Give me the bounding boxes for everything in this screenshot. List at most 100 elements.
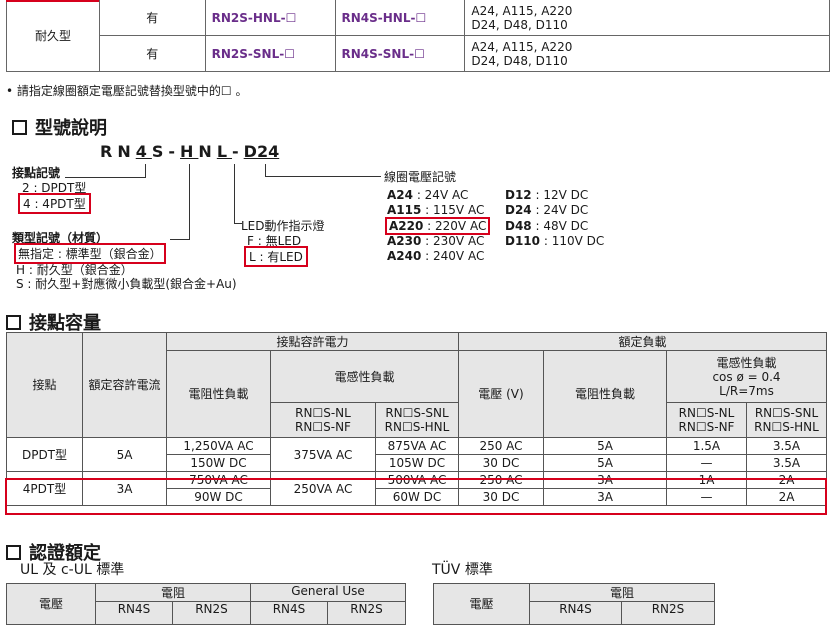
header-cell: 電感性負載: [270, 350, 459, 403]
coil-dc-item: D24 : 24V DC: [505, 203, 589, 217]
code-char: S: [151, 142, 169, 161]
section-title-model: 型號說明: [12, 114, 107, 140]
header-cell: RN2S: [651, 602, 685, 616]
header-cell: 電感性負載 cos ø = 0.4 L/R=7ms: [666, 350, 827, 403]
header-line: L/R=7ms: [719, 383, 774, 398]
contact-cell: DPDT型: [6, 437, 83, 472]
coil-ac-item: A24 : 24V AC: [387, 188, 469, 202]
table-row: 有 RN2S-SNL-☐ RN4S-SNL-☐ A24, A115, A220 …: [7, 35, 830, 72]
led-option-highlight: L : 有LED: [244, 246, 308, 267]
value-cell: 875VA AC: [375, 437, 459, 455]
model-cell: RN4S-HNL-☐: [334, 0, 466, 36]
header-line: cos ø = 0.4: [712, 369, 781, 384]
code-char: L: [216, 142, 233, 161]
header-cell: 額定負載: [458, 332, 827, 351]
header-cell: 電壓 (V): [458, 350, 544, 438]
value-cell: 5A: [543, 454, 667, 472]
header-cell: RN☐S-SNL RN☐S-HNL: [746, 402, 827, 438]
coil-ac-item: A230 : 230V AC: [387, 234, 485, 248]
header-cell: RN☐S-NL RN☐S-NF: [270, 402, 376, 438]
header-cell: 電阻性負載: [166, 350, 271, 438]
value-cell: 105W DC: [375, 454, 459, 472]
value-cell: 30 DC: [458, 454, 544, 472]
header-cell: RN☐S-SNL RN☐S-HNL: [375, 402, 459, 438]
header-cell: RN2S: [350, 602, 383, 616]
square-bullet-icon: [6, 544, 21, 560]
value-cell: —: [666, 454, 747, 472]
current-cell: 5A: [82, 437, 167, 472]
model-cell: RN2S-SNL-☐: [204, 35, 336, 72]
model-cell: RN2S-HNL-☐: [204, 0, 336, 36]
code-char: H: [180, 142, 199, 161]
code-char: N: [198, 142, 217, 161]
header-cell: 電阻: [530, 584, 714, 602]
connector-line: [145, 164, 146, 178]
header-cell: RN4S: [96, 602, 173, 624]
tuv-title: TÜV 標準: [432, 562, 493, 578]
header-cell: General Use: [251, 584, 405, 602]
voltage-cell: A24, A115, A220 D24, D48, D110: [464, 0, 830, 36]
header-cell: RN4S: [530, 602, 622, 624]
connector-line: [234, 164, 235, 224]
square-bullet-icon: [12, 119, 27, 135]
value-cell: 5A: [543, 437, 667, 455]
header-cell: 電阻性負載: [543, 350, 667, 438]
header-cell: RN4S: [251, 602, 328, 624]
model-cell: RN4S-SNL-☐: [334, 35, 466, 72]
code-char: R: [100, 142, 118, 161]
connector-line: [170, 239, 190, 240]
value-cell: 1.5A: [666, 437, 747, 455]
coil-ac-item: A115 : 115V AC: [387, 203, 485, 217]
value-cell: 150W DC: [166, 454, 271, 472]
header-cell: 電阻: [96, 584, 251, 602]
coil-dc-item: D12 : 12V DC: [505, 188, 589, 202]
led-cell: 有: [98, 35, 206, 72]
section-title-text: 型號說明: [35, 118, 107, 139]
table-row: DPDT型 5A 1,250VA AC 375VA AC 875VA AC 25…: [6, 437, 827, 472]
header-cell: RN2S: [173, 602, 251, 624]
header-cell: RN☐S-NL RN☐S-NF: [666, 402, 747, 438]
connector-line: [65, 177, 146, 178]
header-cell: 接點容許電力: [166, 332, 459, 351]
voltage-cell: A24, A115, A220 D24, D48, D110: [464, 35, 830, 72]
value-cell: 3.5A: [746, 454, 827, 472]
table-header-row: 接點 額定容許電流 接點容許電力 額定負載: [6, 332, 827, 438]
code-char: D24: [243, 142, 280, 161]
highlight-line: [6, 0, 99, 2]
coil-dc-item: D48 : 48V DC: [505, 219, 589, 233]
coil-dc-item: D110 : 110V DC: [505, 234, 605, 248]
voltage-line: A24, A115, A220: [471, 39, 573, 54]
code-char: 4: [135, 142, 152, 161]
coil-ac-item: A240 : 240V AC: [387, 249, 485, 263]
ul-title: UL 及 c-UL 標準: [20, 562, 125, 578]
code-char: -: [168, 142, 181, 161]
tuv-table: 電壓 電阻 RN4S RN2S: [433, 583, 715, 625]
header-line: 電感性負載: [716, 355, 777, 370]
connector-line: [189, 164, 190, 240]
coil-ac-item-highlight: A220 : 220V AC: [385, 217, 491, 235]
voltage-line: A24, A115, A220: [471, 3, 573, 18]
code-char: N: [117, 142, 136, 161]
contact-option-highlight: 4 : 4PDT型: [18, 193, 91, 214]
type-option: S : 耐久型+對應微小負載型(銀合金+Au): [16, 277, 237, 291]
ul-table: 電壓 電阻 General Use RN4S RN2S RN4S RN2S: [6, 583, 406, 625]
voltage-line: D24, D48, D110: [471, 53, 568, 68]
row-highlight-4pdt: [5, 478, 827, 515]
header-cell: 電壓: [7, 584, 96, 624]
model-code: RN4S-HNL-D24: [100, 142, 279, 161]
note-text: • 請指定線圈額定電壓記號替換型號中的☐ 。: [6, 84, 248, 98]
table-row: 耐久型 有 RN2S-HNL-☐ RN4S-HNL-☐ A24, A115, A…: [6, 0, 830, 72]
value-cell: 1,250VA AC: [166, 437, 271, 455]
voltage-line: D24, D48, D110: [471, 17, 568, 32]
type-cell: 耐久型: [6, 0, 100, 72]
model-list-table: 耐久型 有 RN2S-HNL-☐ RN4S-HNL-☐ A24, A115, A…: [6, 0, 830, 72]
square-bullet-icon: [6, 314, 21, 330]
led-cell: 有: [98, 0, 206, 36]
coil-label: 線圈電壓記號: [384, 170, 457, 184]
connector-line: [265, 176, 381, 177]
code-char: -: [232, 142, 244, 161]
header-cell: 電壓: [434, 584, 530, 624]
header-cell: 接點: [6, 332, 83, 438]
header-cell: 額定容許電流: [82, 332, 167, 438]
value-cell: 375VA AC: [270, 437, 376, 472]
